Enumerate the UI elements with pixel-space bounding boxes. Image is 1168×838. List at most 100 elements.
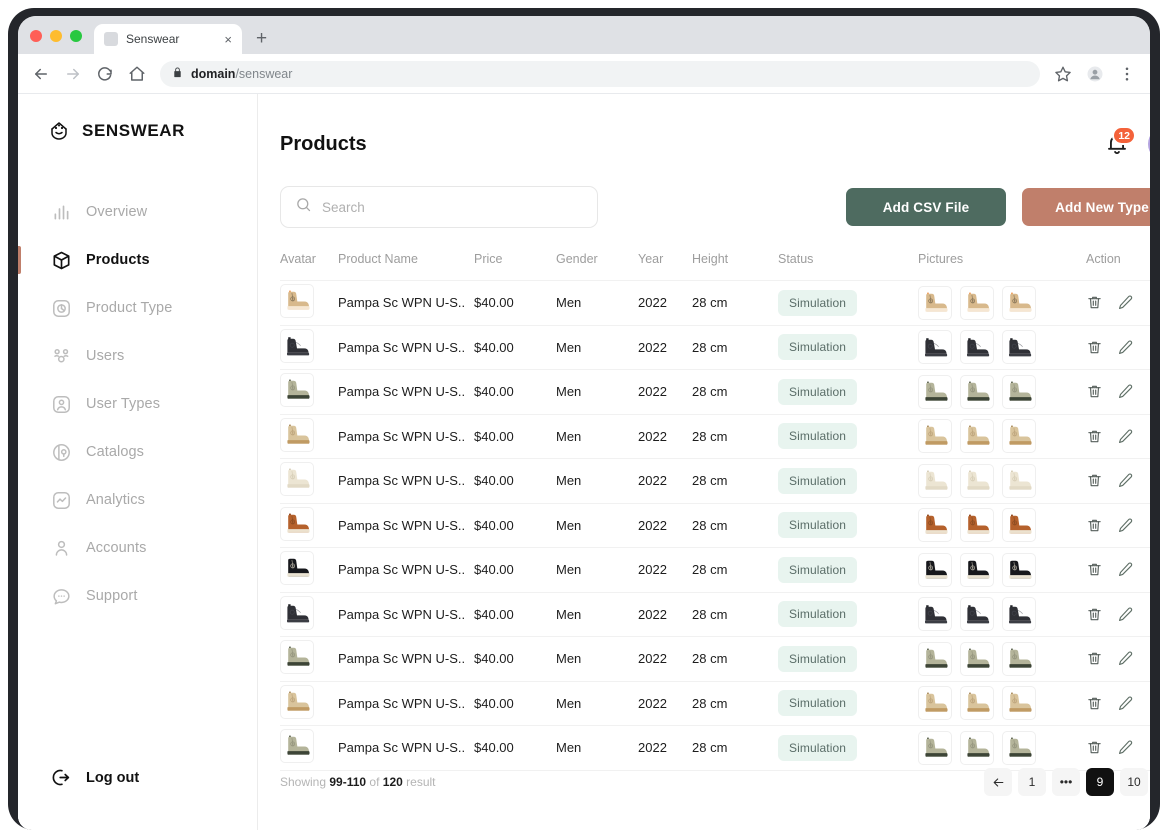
search-box[interactable]	[280, 186, 598, 228]
product-picture-thumbnail[interactable]	[1002, 285, 1036, 320]
arrow-right-icon[interactable]	[1148, 338, 1150, 357]
product-picture-thumbnail[interactable]	[1002, 330, 1036, 365]
product-picture-thumbnail[interactable]	[1002, 374, 1036, 409]
maximize-window-button[interactable]	[70, 30, 82, 42]
arrow-right-icon[interactable]	[1148, 694, 1150, 713]
product-picture-thumbnail[interactable]	[1002, 597, 1036, 632]
product-avatar-thumbnail[interactable]	[280, 551, 314, 586]
pencil-icon[interactable]	[1117, 695, 1134, 712]
trash-icon[interactable]	[1086, 650, 1103, 667]
product-picture-thumbnail[interactable]	[1002, 641, 1036, 676]
close-tab-icon[interactable]: ×	[224, 33, 232, 46]
sidebar-item-user-types[interactable]: User Types	[18, 380, 257, 428]
pencil-icon[interactable]	[1117, 383, 1134, 400]
trash-icon[interactable]	[1086, 739, 1103, 756]
arrow-right-icon[interactable]	[1148, 471, 1150, 490]
pencil-icon[interactable]	[1117, 339, 1134, 356]
pencil-icon[interactable]	[1117, 294, 1134, 311]
table-row[interactable]: Pampa Sc WPN U-S.. $40.00 Men 2022 28 cm…	[280, 369, 1150, 415]
trash-icon[interactable]	[1086, 294, 1103, 311]
product-picture-thumbnail[interactable]	[918, 686, 952, 721]
pencil-icon[interactable]	[1117, 739, 1134, 756]
bookmark-star-icon[interactable]	[1054, 65, 1072, 83]
browser-tab[interactable]: Senswear ×	[94, 24, 242, 54]
product-avatar-thumbnail[interactable]	[280, 284, 314, 319]
table-row[interactable]: Pampa Sc WPN U-S.. $40.00 Men 2022 28 cm…	[280, 458, 1150, 504]
product-avatar-thumbnail[interactable]	[280, 506, 314, 541]
trash-icon[interactable]	[1086, 606, 1103, 623]
pagination-page-active[interactable]: 9	[1086, 768, 1114, 796]
product-picture-thumbnail[interactable]	[918, 730, 952, 765]
product-avatar-thumbnail[interactable]	[280, 729, 314, 764]
sidebar-item-support[interactable]: Support	[18, 572, 257, 620]
product-picture-thumbnail[interactable]	[1002, 463, 1036, 498]
trash-icon[interactable]	[1086, 695, 1103, 712]
home-icon[interactable]	[128, 65, 146, 83]
table-row[interactable]: Pampa Sc WPN U-S.. $40.00 Men 2022 28 cm…	[280, 325, 1150, 370]
pagination-page[interactable]: 10	[1120, 768, 1148, 796]
product-picture-thumbnail[interactable]	[918, 419, 952, 454]
product-picture-thumbnail[interactable]	[918, 552, 952, 587]
product-picture-thumbnail[interactable]	[918, 374, 952, 409]
table-row[interactable]: Pampa Sc WPN U-S.. $40.00 Men 2022 28 cm…	[280, 547, 1150, 593]
table-row[interactable]: Pampa Sc WPN U-S.. $40.00 Men 2022 28 cm…	[280, 592, 1150, 637]
sidebar-item-accounts[interactable]: Accounts	[18, 524, 257, 572]
sidebar-item-product-type[interactable]: Product Type	[18, 284, 257, 332]
add-csv-file-button[interactable]: Add CSV File	[846, 188, 1006, 226]
address-bar[interactable]: domain/senswear	[160, 60, 1040, 87]
product-avatar-thumbnail[interactable]	[280, 373, 314, 408]
arrow-right-icon[interactable]	[1148, 560, 1150, 579]
product-picture-thumbnail[interactable]	[960, 463, 994, 498]
product-picture-thumbnail[interactable]	[960, 552, 994, 587]
product-picture-thumbnail[interactable]	[960, 730, 994, 765]
arrow-right-icon[interactable]	[1148, 382, 1150, 401]
pencil-icon[interactable]	[1117, 517, 1134, 534]
trash-icon[interactable]	[1086, 561, 1103, 578]
reload-icon[interactable]	[96, 65, 114, 83]
minimize-window-button[interactable]	[50, 30, 62, 42]
new-tab-button[interactable]: +	[256, 29, 267, 48]
forward-icon[interactable]	[64, 65, 82, 83]
product-picture-thumbnail[interactable]	[1002, 508, 1036, 543]
arrow-right-icon[interactable]	[1148, 427, 1150, 446]
arrow-right-icon[interactable]	[1148, 516, 1150, 535]
product-picture-thumbnail[interactable]	[960, 419, 994, 454]
table-row[interactable]: Pampa Sc WPN U-S.. $40.00 Men 2022 28 cm…	[280, 280, 1150, 326]
trash-icon[interactable]	[1086, 339, 1103, 356]
product-picture-thumbnail[interactable]	[960, 508, 994, 543]
product-avatar-thumbnail[interactable]	[280, 640, 314, 675]
close-window-button[interactable]	[30, 30, 42, 42]
product-picture-thumbnail[interactable]	[918, 463, 952, 498]
app-logo[interactable]: SENSWEAR	[18, 94, 257, 144]
product-picture-thumbnail[interactable]	[1002, 730, 1036, 765]
notifications-button[interactable]: 12	[1104, 126, 1136, 157]
sidebar-item-catalogs[interactable]: Catalogs	[18, 428, 257, 476]
trash-icon[interactable]	[1086, 472, 1103, 489]
table-row[interactable]: Pampa Sc WPN U-S.. $40.00 Men 2022 28 cm…	[280, 725, 1150, 770]
sidebar-item-users[interactable]: Users	[18, 332, 257, 380]
logout-button[interactable]: Log out	[51, 767, 139, 788]
product-picture-thumbnail[interactable]	[918, 285, 952, 320]
product-picture-thumbnail[interactable]	[918, 508, 952, 543]
product-picture-thumbnail[interactable]	[918, 641, 952, 676]
product-picture-thumbnail[interactable]	[960, 374, 994, 409]
product-picture-thumbnail[interactable]	[1002, 419, 1036, 454]
product-avatar-thumbnail[interactable]	[280, 462, 314, 497]
table-row[interactable]: Pampa Sc WPN U-S.. $40.00 Men 2022 28 cm…	[280, 636, 1150, 682]
pencil-icon[interactable]	[1117, 428, 1134, 445]
sidebar-item-overview[interactable]: Overview	[18, 188, 257, 236]
browser-menu-icon[interactable]	[1118, 65, 1136, 83]
product-picture-thumbnail[interactable]	[1002, 686, 1036, 721]
add-new-type-button[interactable]: Add New Type	[1022, 188, 1150, 226]
product-picture-thumbnail[interactable]	[960, 641, 994, 676]
sidebar-item-analytics[interactable]: Analytics	[18, 476, 257, 524]
product-picture-thumbnail[interactable]	[960, 686, 994, 721]
product-picture-thumbnail[interactable]	[1002, 552, 1036, 587]
product-avatar-thumbnail[interactable]	[280, 328, 314, 363]
product-avatar-thumbnail[interactable]	[280, 684, 314, 719]
search-input[interactable]	[322, 199, 583, 215]
product-avatar-thumbnail[interactable]	[280, 417, 314, 452]
pencil-icon[interactable]	[1117, 650, 1134, 667]
pagination-page[interactable]: •••	[1052, 768, 1080, 796]
product-picture-thumbnail[interactable]	[960, 330, 994, 365]
